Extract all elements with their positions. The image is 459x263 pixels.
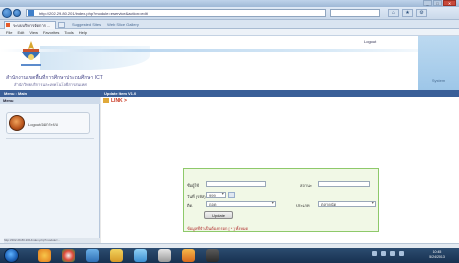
logout-icon[interactable] xyxy=(9,115,25,131)
menu-item-file[interactable]: File xyxy=(6,29,12,35)
page-icon xyxy=(28,10,34,16)
media-icon[interactable] xyxy=(182,249,195,262)
menu-item-edit[interactable]: Edit xyxy=(17,29,24,35)
taskbar-clock[interactable]: 10:45 5/24/2013 xyxy=(420,250,454,260)
header-stripe xyxy=(0,49,459,52)
section-bar-left: Menu : Main xyxy=(4,91,28,96)
breadcrumb[interactable]: LINK > xyxy=(111,98,127,104)
menu-item-help[interactable]: Help xyxy=(79,29,87,35)
sidebar-divider xyxy=(6,138,94,139)
back-icon[interactable] xyxy=(2,8,12,18)
menu-item-tools[interactable]: Tools xyxy=(64,29,73,35)
folder-icon[interactable] xyxy=(110,249,123,262)
minimize-icon[interactable]: _ xyxy=(423,0,432,6)
search-input[interactable] xyxy=(330,9,380,17)
type-select[interactable]: ตลาดนัด xyxy=(318,201,376,207)
firefox-icon[interactable] xyxy=(38,249,51,262)
terminal-icon[interactable] xyxy=(206,249,219,262)
edit-form xyxy=(183,168,379,232)
university-logo xyxy=(21,41,41,66)
network-icon[interactable] xyxy=(372,251,377,256)
update-button[interactable]: Update xyxy=(204,211,233,219)
required-note: ข้อมูลที่จำเป็นต้องกรอก [ * ] ทั้งหมด xyxy=(187,226,249,231)
chrome-icon[interactable] xyxy=(62,249,75,262)
flag-icon[interactable] xyxy=(390,251,395,256)
ie-icon[interactable] xyxy=(86,249,99,262)
org-subtitle: สำนักวิทยบริการและเทคโนโลยีสารสนเทศ xyxy=(14,82,87,87)
label-date: วันที่ (รหัส) xyxy=(187,194,206,199)
system-panel: System xyxy=(418,36,459,91)
label-name: ชื่อผู้ใช้ xyxy=(187,183,200,188)
volume-icon[interactable] xyxy=(381,251,386,256)
app-icon[interactable] xyxy=(134,249,147,262)
calendar-icon[interactable] xyxy=(228,192,235,198)
name-input[interactable] xyxy=(206,181,266,187)
home-icon[interactable]: ⌂ xyxy=(388,9,399,17)
status-select[interactable]: ถอด xyxy=(206,201,276,207)
forward-icon[interactable] xyxy=(13,9,21,17)
address-bar[interactable]: http://202.29.80.201/index.php?module=es… xyxy=(26,9,326,17)
sidebar-logout-label[interactable]: Logout/ออกระบบ xyxy=(28,121,58,128)
menu-bar: File Edit View Favorites Tools Help xyxy=(0,29,459,36)
label-status: ติด. xyxy=(187,203,194,208)
label-type: ประเภท xyxy=(296,203,310,208)
maximize-icon[interactable]: □ xyxy=(433,0,442,6)
menu-item-favorites[interactable]: Favorites xyxy=(43,29,59,35)
clock-date: 5/24/2013 xyxy=(429,255,445,259)
logout-link[interactable]: Logout xyxy=(360,39,380,44)
section-bar: Menu : Main Update Item V1.0 xyxy=(0,90,459,97)
new-tab-button[interactable] xyxy=(58,22,65,28)
breadcrumb-arrow-icon xyxy=(103,98,109,103)
fav-item[interactable]: Suggested Sites xyxy=(72,21,101,28)
label-other: สถานะ xyxy=(300,183,312,188)
section-bar-right: Update Item V1.0 xyxy=(104,91,137,96)
system-tray xyxy=(372,251,404,256)
browser-tools: ⌂ ★ ⚙ xyxy=(388,9,427,17)
other-input[interactable] xyxy=(318,181,370,187)
settings-icon[interactable]: ⚙ xyxy=(416,9,427,17)
favorites-icon[interactable]: ★ xyxy=(402,9,413,17)
window-controls: _ □ ✕ xyxy=(423,0,456,7)
close-icon[interactable]: ✕ xyxy=(443,0,456,6)
date-select[interactable]: 999 xyxy=(206,192,226,198)
tab-active[interactable]: ระบบบริหารจัดการ ... xyxy=(4,21,56,29)
sidebar-menu-label: Menu xyxy=(0,97,100,104)
browser-title-bar xyxy=(0,0,459,7)
battery-icon[interactable] xyxy=(399,251,404,256)
favorites-bar: Suggested Sites Web Slice Gallery xyxy=(72,21,362,28)
start-icon[interactable] xyxy=(4,248,19,263)
menu-item-view[interactable]: View xyxy=(29,29,38,35)
tab-favicon-icon xyxy=(6,23,10,27)
fav-item[interactable]: Web Slice Gallery xyxy=(107,21,139,28)
explorer-icon[interactable] xyxy=(158,249,171,262)
